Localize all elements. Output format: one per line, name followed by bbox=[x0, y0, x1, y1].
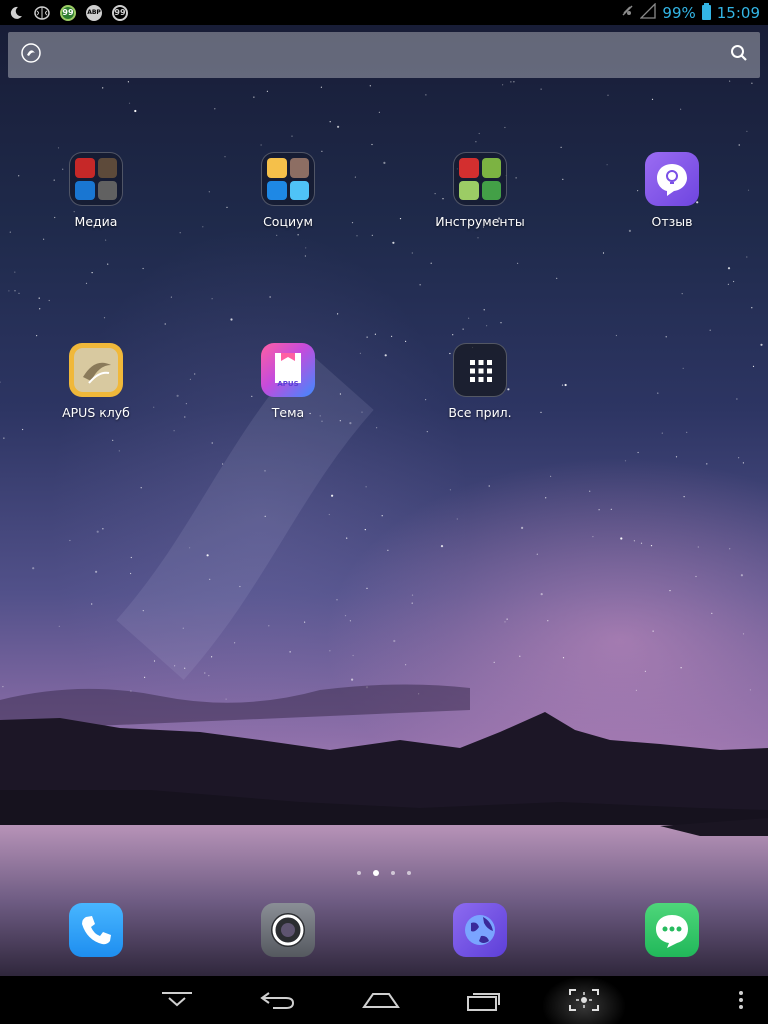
camera-icon[interactable] bbox=[261, 903, 315, 957]
abp-icon: ABP bbox=[86, 4, 102, 21]
page-dot[interactable] bbox=[357, 871, 361, 875]
search-bar[interactable] bbox=[8, 32, 760, 78]
system-indicators: 99% 15:09 bbox=[620, 1, 760, 23]
screenshot-button[interactable] bbox=[528, 976, 640, 1024]
brain-icon bbox=[34, 5, 50, 21]
hide-bar-icon bbox=[162, 992, 192, 1007]
app-apus-club[interactable]: APUS клуб bbox=[31, 343, 161, 420]
home-button[interactable] bbox=[341, 976, 421, 1024]
clock: 15:09 bbox=[716, 3, 760, 22]
app-feedback[interactable]: Отзыв bbox=[607, 152, 737, 229]
circle-99-icon: 99 bbox=[60, 4, 76, 21]
video-player-icon bbox=[75, 180, 95, 200]
folder-social-tile[interactable] bbox=[261, 152, 315, 206]
page-indicator bbox=[0, 870, 768, 876]
camera-app-icon bbox=[97, 158, 117, 178]
folder-tools-label: Инструменты bbox=[435, 214, 525, 229]
app-all-apps[interactable]: Все прил. bbox=[415, 343, 545, 420]
app-feedback-label: Отзыв bbox=[651, 214, 693, 229]
sync-icon bbox=[481, 180, 501, 200]
signal-icon bbox=[639, 1, 657, 23]
status-bar: 99 ABP 99 99% 15:09 bbox=[0, 0, 768, 25]
navigation-bar bbox=[0, 976, 768, 1024]
messages-icon[interactable] bbox=[645, 903, 699, 957]
theme-badge: APUS bbox=[277, 380, 299, 388]
app-apus-club-label: APUS клуб bbox=[62, 405, 130, 420]
messenger-icon bbox=[267, 180, 287, 200]
dock-camera[interactable] bbox=[223, 903, 353, 957]
instagram-icon bbox=[289, 158, 309, 178]
mail-icon bbox=[267, 158, 287, 178]
app-theme-label: Тема bbox=[271, 405, 305, 420]
screenshot-icon bbox=[569, 989, 599, 1011]
folder-tools-tile[interactable] bbox=[453, 152, 507, 206]
folder-media-label: Медиа bbox=[74, 214, 118, 229]
menu-icon bbox=[739, 991, 743, 1009]
folder-media-tile[interactable] bbox=[69, 152, 123, 206]
circle-99-outline-icon: 99 bbox=[112, 4, 128, 21]
recents-icon bbox=[467, 993, 500, 1011]
back-icon bbox=[260, 992, 295, 1009]
phone-icon[interactable] bbox=[69, 903, 123, 957]
search-icon[interactable] bbox=[730, 44, 748, 66]
folder-media[interactable]: Медиа bbox=[31, 152, 161, 229]
notification-icons: 99 ABP 99 bbox=[8, 4, 128, 21]
battery-icon bbox=[701, 3, 711, 20]
folder-social[interactable]: Социум bbox=[223, 152, 353, 229]
app-theme[interactable]: APUS Тема bbox=[223, 343, 353, 420]
plus-icon bbox=[481, 158, 501, 178]
clapper-icon bbox=[97, 180, 117, 200]
lightbulb-chat-icon[interactable] bbox=[645, 152, 699, 206]
contacts-icon bbox=[289, 180, 309, 200]
dock-messages[interactable] bbox=[607, 903, 737, 957]
app-all-apps-label: Все прил. bbox=[448, 405, 512, 420]
browser-globe-icon[interactable] bbox=[453, 903, 507, 957]
dock-browser[interactable] bbox=[415, 903, 545, 957]
apus-club-icon[interactable] bbox=[69, 343, 123, 397]
back-button[interactable] bbox=[238, 976, 318, 1024]
home-icon bbox=[362, 993, 400, 1008]
hide-bar-button[interactable] bbox=[137, 976, 217, 1024]
theme-icon[interactable]: APUS bbox=[261, 343, 315, 397]
page-dot-active[interactable] bbox=[373, 870, 379, 876]
all-apps-grid-icon[interactable] bbox=[453, 343, 507, 397]
page-dot[interactable] bbox=[407, 871, 411, 875]
page-dot[interactable] bbox=[391, 871, 395, 875]
battery-percent: 99% bbox=[662, 3, 696, 22]
mute-icon bbox=[620, 4, 634, 22]
apus-logo-icon[interactable] bbox=[20, 42, 42, 68]
menu-button[interactable] bbox=[714, 976, 768, 1024]
moon-icon bbox=[8, 5, 24, 21]
dock-phone[interactable] bbox=[31, 903, 161, 957]
recents-button[interactable] bbox=[444, 976, 524, 1024]
android-tool-icon bbox=[459, 180, 479, 200]
pdf-reader-icon bbox=[459, 158, 479, 178]
folder-social-label: Социум bbox=[263, 214, 313, 229]
flash-icon bbox=[75, 158, 95, 178]
folder-tools[interactable]: Инструменты bbox=[415, 152, 545, 229]
